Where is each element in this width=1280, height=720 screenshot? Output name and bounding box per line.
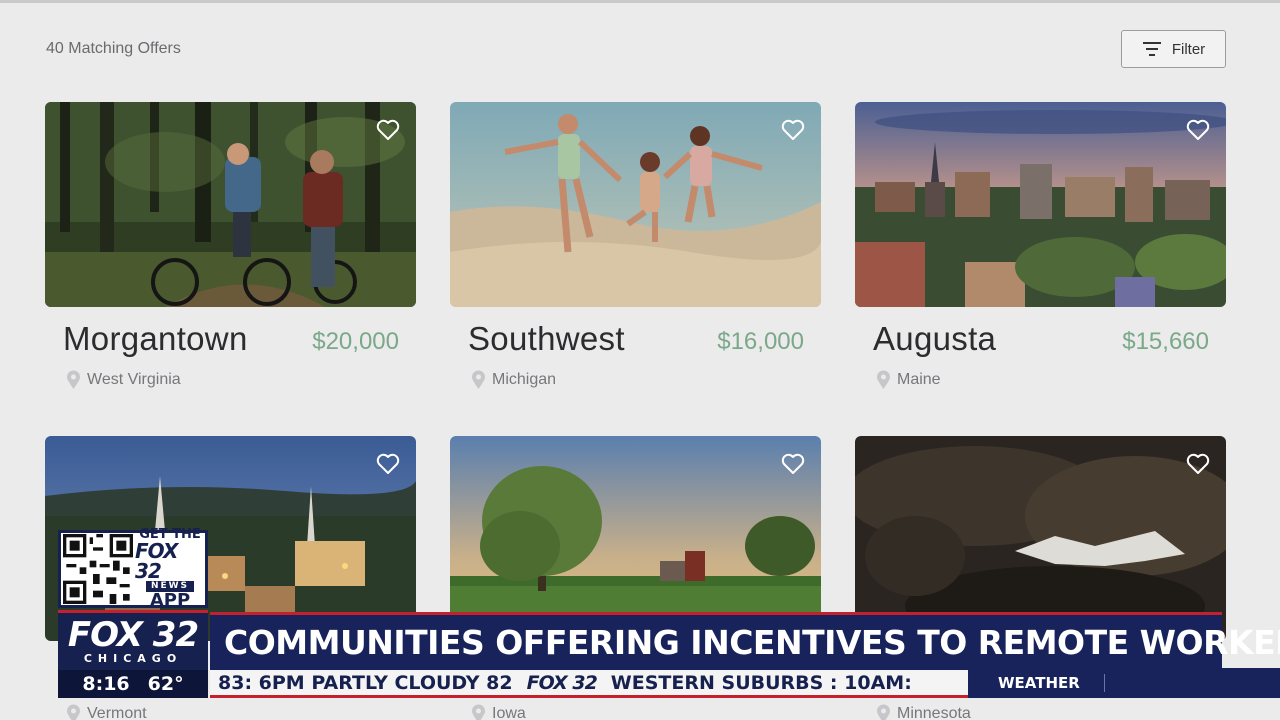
news-ticker: 83: 6PM PARTLY CLOUDY 82 FOX 32 WESTERN …	[210, 670, 968, 698]
filter-lines-icon	[1142, 42, 1161, 56]
offer-price: $16,000	[717, 328, 804, 355]
ticker-logo: FOX 32	[526, 671, 598, 694]
heart-outline-icon[interactable]	[1186, 119, 1210, 141]
offer-title[interactable]: Morgantown	[63, 320, 248, 358]
offer-location: Iowa	[471, 704, 526, 720]
offer-location-label: Iowa	[492, 705, 526, 720]
map-pin-icon	[877, 704, 890, 720]
farm-sunset-photo	[450, 436, 821, 641]
offer-location-label: West Virginia	[87, 371, 181, 388]
offer-card-minnesota[interactable]	[855, 436, 1226, 641]
temperature: 62°	[147, 673, 184, 695]
offer-location: Michigan	[471, 370, 556, 390]
forest-bikers-photo	[45, 102, 416, 307]
map-pin-icon	[67, 704, 80, 720]
dune-children-photo	[450, 102, 821, 307]
offer-image[interactable]	[450, 102, 821, 307]
offer-title[interactable]: Southwest	[468, 320, 625, 358]
ticker-text-left: 83: 6PM PARTLY CLOUDY 82	[218, 671, 513, 694]
filter-label: Filter	[1171, 40, 1206, 58]
city-skyline-photo	[855, 102, 1226, 307]
top-divider	[0, 0, 1280, 3]
weather-divider	[1104, 674, 1105, 692]
qr-code-icon	[63, 534, 133, 604]
map-pin-icon	[472, 704, 485, 720]
time-temp: 8:16 62°	[58, 670, 208, 698]
filter-button[interactable]: Filter	[1121, 30, 1226, 68]
station-logo-city: CHICAGO	[83, 651, 183, 665]
app-promo-text: GET THE FOX 32 NEWS APP	[135, 528, 205, 610]
heart-outline-icon[interactable]	[1186, 453, 1210, 475]
offer-image[interactable]	[450, 436, 821, 641]
offer-location: Maine	[876, 370, 941, 390]
offer-card-augusta[interactable]: Augusta $15,660 Maine	[855, 102, 1226, 389]
offer-location-label: Vermont	[87, 705, 147, 720]
offer-title[interactable]: Augusta	[873, 320, 996, 358]
heart-outline-icon[interactable]	[376, 119, 400, 141]
promo-app-text: APP	[149, 590, 191, 611]
page: 40 Matching Offers Filter Morgantown $20…	[0, 0, 1280, 720]
offer-location: Minnesota	[876, 704, 971, 720]
clock-time: 8:16	[82, 673, 130, 695]
offer-location-label: Michigan	[492, 371, 557, 388]
offer-location-label: Maine	[897, 371, 941, 388]
promo-fox-text: FOX 32	[135, 539, 178, 583]
offer-image[interactable]	[855, 102, 1226, 307]
ticker-text-right: WESTERN SUBURBS : 10AM:	[610, 671, 912, 694]
heart-outline-icon[interactable]	[781, 453, 805, 475]
offer-card-iowa[interactable]	[450, 436, 821, 641]
app-promo-qr: GET THE FOX 32 NEWS APP	[58, 528, 208, 610]
station-logo: FOX 32 CHICAGO	[58, 610, 208, 670]
offer-card-morgantown[interactable]: Morgantown $20,000 West Virginia	[45, 102, 416, 389]
map-pin-icon	[877, 370, 890, 389]
weather-bar: WEATHER	[968, 668, 1280, 698]
weather-label: WEATHER	[998, 674, 1080, 692]
headline-text: COMMUNITIES OFFERING INCENTIVES TO REMOT…	[224, 623, 1280, 662]
offer-image[interactable]	[855, 436, 1226, 641]
offer-location: Vermont	[66, 704, 147, 720]
offer-card-southwest[interactable]: Southwest $16,000 Michigan	[450, 102, 821, 389]
map-pin-icon	[472, 370, 485, 389]
lower-third-headline: COMMUNITIES OFFERING INCENTIVES TO REMOT…	[210, 612, 1280, 670]
station-logo-name: FOX 32	[67, 614, 199, 655]
offer-price: $15,660	[1122, 328, 1209, 355]
heart-outline-icon[interactable]	[376, 453, 400, 475]
results-count: 40 Matching Offers	[46, 40, 181, 57]
offer-price: $20,000	[312, 328, 399, 355]
heart-outline-icon[interactable]	[781, 119, 805, 141]
offer-location-label: Minnesota	[897, 705, 971, 720]
map-pin-icon	[67, 370, 80, 389]
cave-photo	[855, 436, 1226, 641]
offer-location: West Virginia	[66, 370, 181, 390]
offer-image[interactable]	[45, 102, 416, 307]
